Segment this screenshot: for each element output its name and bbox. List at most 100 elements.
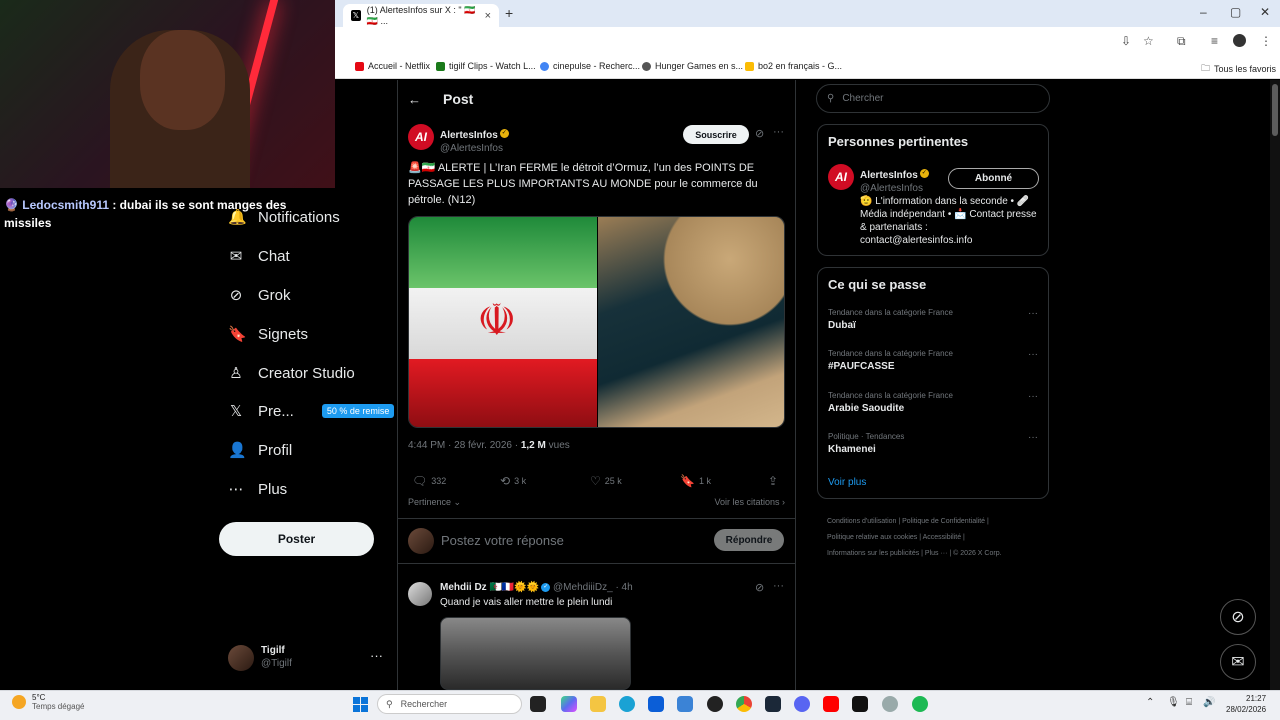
taskbar-clock[interactable]: 21:27 28/02/2026 bbox=[1226, 693, 1266, 715]
reply-input[interactable]: Postez votre réponse bbox=[441, 533, 564, 548]
relevant-avatar[interactable]: AI bbox=[828, 164, 854, 190]
footer-line[interactable]: Informations sur les publicités | Plus ·… bbox=[827, 546, 1052, 562]
mail-icon: ✉ bbox=[229, 248, 243, 265]
chrome-icon[interactable] bbox=[736, 696, 752, 712]
bookmark-action[interactable]: 🔖 1 k bbox=[680, 474, 711, 488]
post-media[interactable]: ☫ bbox=[408, 216, 785, 428]
store-icon[interactable] bbox=[648, 696, 664, 712]
nav-notifications[interactable]: 🔔 Notifications bbox=[228, 208, 340, 227]
steam-icon[interactable] bbox=[765, 696, 781, 712]
window-close-button[interactable]: ✕ bbox=[1260, 5, 1270, 19]
panel-title: Personnes pertinentes bbox=[828, 134, 969, 149]
more-icon[interactable]: ··· bbox=[1028, 349, 1038, 360]
taskbar-search[interactable]: ⚲ Rechercher bbox=[377, 694, 522, 714]
microphone-icon[interactable]: 🎙 bbox=[1167, 697, 1180, 708]
more-icon[interactable]: ··· bbox=[773, 126, 784, 138]
all-bookmarks[interactable]: 🗀 Tous les favoris bbox=[1201, 61, 1276, 77]
app-icon[interactable] bbox=[677, 696, 693, 712]
scrollbar-thumb[interactable] bbox=[1272, 84, 1278, 136]
view-quotes-link[interactable]: Voir les citations › bbox=[714, 497, 785, 507]
profile-avatar[interactable] bbox=[1233, 34, 1246, 47]
menu-icon[interactable]: ⋮ bbox=[1260, 34, 1272, 48]
copilot-icon[interactable] bbox=[561, 696, 577, 712]
account-switcher[interactable]: Tigilf @Tigilf ··· bbox=[228, 645, 388, 673]
reply-button[interactable]: Répondre bbox=[714, 529, 784, 551]
more-icon[interactable]: ··· bbox=[773, 580, 784, 592]
file-explorer-icon[interactable] bbox=[590, 696, 606, 712]
repost-action[interactable]: ⟲ 3 k bbox=[500, 474, 526, 488]
bookmark-drive[interactable]: bo2 en français - G... bbox=[745, 61, 842, 71]
search-input[interactable]: ⚲ Chercher bbox=[816, 84, 1050, 113]
sort-dropdown[interactable]: Pertinence ⌄ bbox=[408, 497, 461, 507]
like-action[interactable]: ♡ 25 k bbox=[590, 474, 622, 488]
more-icon[interactable]: ··· bbox=[370, 648, 383, 663]
minimize-button[interactable]: – bbox=[1200, 5, 1207, 19]
messages-fab-button[interactable]: ✉ bbox=[1220, 644, 1256, 680]
author-avatar[interactable]: AI bbox=[408, 124, 434, 150]
nav-chat[interactable]: ✉ Chat bbox=[228, 247, 290, 266]
subscribe-button[interactable]: Souscrire bbox=[683, 125, 749, 144]
youtube-icon[interactable] bbox=[823, 696, 839, 712]
footer-line[interactable]: Politique relative aux cookies | Accessi… bbox=[827, 530, 1052, 546]
network-icon[interactable]: ⌸ bbox=[1186, 697, 1192, 708]
strait-satellite-image[interactable] bbox=[598, 217, 784, 427]
more-icon[interactable]: ··· bbox=[1028, 432, 1038, 443]
creator-icon: ♙ bbox=[229, 365, 243, 382]
nav-creator-studio[interactable]: ♙ Creator Studio bbox=[228, 364, 354, 383]
reply-author-name: Mehdii Dz 🇩🇿🇫🇷🌞🌞 bbox=[440, 582, 540, 593]
share-action[interactable]: ⇪ bbox=[768, 474, 778, 488]
iran-flag-image[interactable]: ☫ bbox=[409, 217, 597, 427]
media-icon[interactable]: ≡ bbox=[1211, 34, 1218, 48]
grok-icon[interactable]: ⊘ bbox=[755, 127, 764, 140]
scrollbar[interactable] bbox=[1270, 80, 1280, 690]
more-circle-icon: ⋯ bbox=[228, 481, 244, 498]
spotify-icon[interactable] bbox=[912, 696, 928, 712]
more-icon[interactable]: ··· bbox=[1028, 391, 1038, 402]
reply-action[interactable]: 🗨 332 bbox=[412, 474, 446, 488]
close-icon[interactable]: × bbox=[485, 10, 491, 22]
footer-line[interactable]: Conditions d'utilisation | Politique de … bbox=[827, 514, 1052, 530]
extensions-icon[interactable]: ⧉ bbox=[1177, 34, 1186, 49]
new-tab-button[interactable]: + bbox=[505, 5, 513, 21]
post-button[interactable]: Poster bbox=[219, 522, 374, 556]
verified-blue-icon: ✓ bbox=[541, 582, 551, 592]
bookmark-twitch[interactable]: tigilf Clips - Watch L... bbox=[436, 61, 536, 71]
obs-icon[interactable] bbox=[707, 696, 723, 712]
tiktok-icon[interactable] bbox=[852, 696, 868, 712]
back-arrow-icon[interactable]: ← bbox=[408, 92, 421, 107]
relevant-account-info[interactable]: AlertesInfos ✓ @AlertesInfos bbox=[860, 165, 929, 194]
edge-icon[interactable] bbox=[619, 696, 635, 712]
reply-sort-row: Pertinence ⌄ Voir les citations › bbox=[408, 497, 785, 508]
trend-item[interactable]: Politique · Tendances Khamenei ··· bbox=[828, 432, 1038, 455]
nav-grok[interactable]: ⊘ Grok bbox=[228, 286, 291, 305]
browser-tab-active[interactable]: 𝕏 (1) AlertesInfos sur X : " 🇮🇷 🇮🇷 ... × bbox=[343, 4, 499, 27]
grok-fab-button[interactable]: ⊘ bbox=[1220, 599, 1256, 635]
trend-item[interactable]: Tendance dans la catégorie France Dubaï … bbox=[828, 308, 1038, 331]
volume-icon[interactable]: 🔊 bbox=[1203, 697, 1215, 708]
discord-icon[interactable] bbox=[794, 696, 810, 712]
author-info[interactable]: AlertesInfos ✓ @AlertesInfos bbox=[440, 125, 509, 154]
app-icon[interactable] bbox=[882, 696, 898, 712]
nav-premium[interactable]: 𝕏 Pre... 50 % de remise bbox=[228, 402, 395, 420]
bookmark-google[interactable]: cinepulse - Recherc... bbox=[540, 61, 640, 71]
start-button[interactable] bbox=[353, 697, 368, 712]
task-view-icon[interactable] bbox=[530, 696, 546, 712]
nav-bookmarks[interactable]: 🔖 Signets bbox=[228, 325, 308, 344]
see-more-link[interactable]: Voir plus bbox=[828, 477, 866, 488]
bookmark-netflix[interactable]: Accueil - Netflix bbox=[355, 61, 430, 71]
install-icon[interactable]: ⇩ bbox=[1121, 34, 1131, 48]
grok-icon[interactable]: ⊘ bbox=[755, 581, 764, 594]
nav-profile[interactable]: 👤 Profil bbox=[228, 441, 292, 460]
bookmark-hunger-games[interactable]: Hunger Games en s... bbox=[642, 61, 743, 71]
trend-item[interactable]: Tendance dans la catégorie France Arabie… bbox=[828, 391, 1038, 414]
trend-item[interactable]: Tendance dans la catégorie France #PAUFC… bbox=[828, 349, 1038, 372]
chevron-up-icon[interactable]: ⌃ bbox=[1146, 697, 1154, 708]
nav-more[interactable]: ⋯ Plus bbox=[228, 480, 288, 499]
star-icon[interactable]: ☆ bbox=[1143, 34, 1154, 48]
reply-media-image[interactable] bbox=[440, 617, 631, 690]
following-button[interactable]: Abonné bbox=[948, 168, 1039, 189]
weather-widget[interactable]: 5°C Temps dégagé bbox=[12, 693, 84, 711]
more-icon[interactable]: ··· bbox=[1028, 308, 1038, 319]
avatar[interactable] bbox=[408, 582, 432, 606]
maximize-button[interactable]: ▢ bbox=[1230, 5, 1241, 19]
